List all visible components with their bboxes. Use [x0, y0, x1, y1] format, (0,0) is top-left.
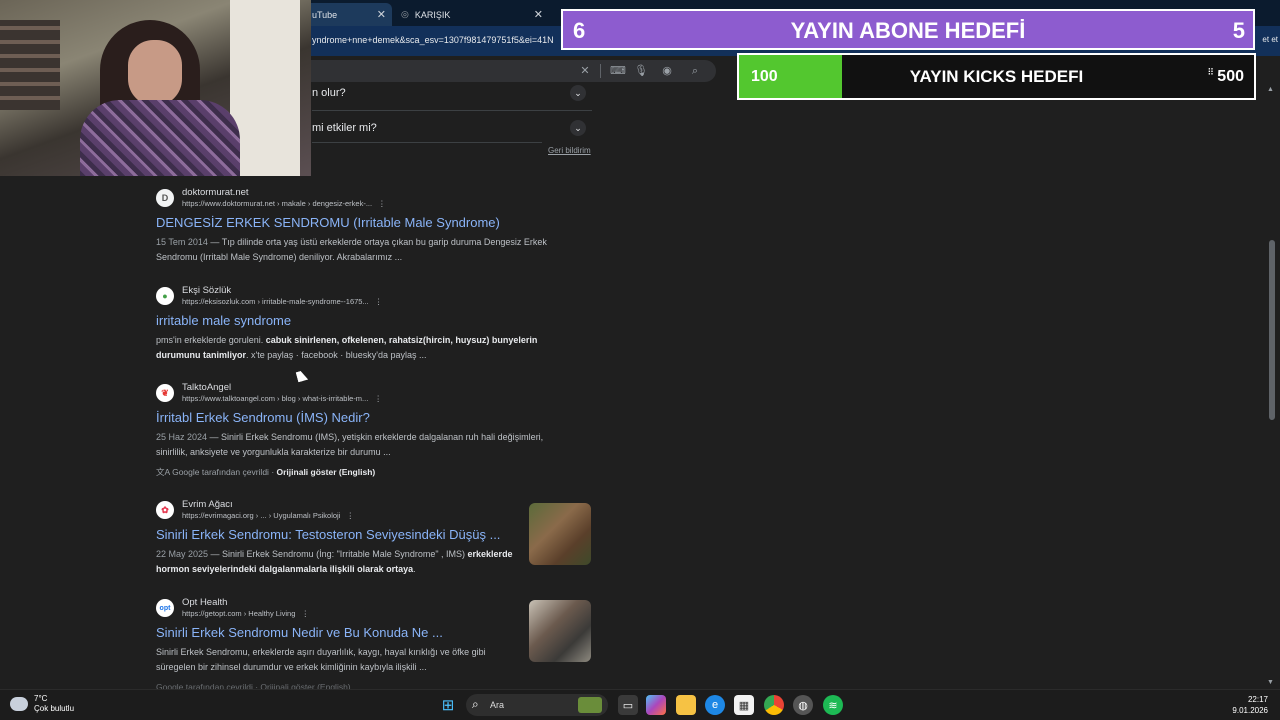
result-url: https://evrimagaci.org › ... › Uygulamal… — [182, 511, 354, 520]
scrollbar[interactable]: ▲ ▼ — [1266, 86, 1278, 686]
mic-icon[interactable]: 🎙 — [634, 64, 648, 78]
result-thumbnail[interactable] — [529, 503, 591, 565]
tab-youtube[interactable]: uTube ✕ — [304, 3, 392, 26]
more-options-icon[interactable]: ⋮ — [374, 394, 382, 403]
scroll-down-icon[interactable]: ▼ — [1267, 679, 1274, 686]
tab-close-icon[interactable]: ✕ — [534, 8, 543, 21]
task-view-icon[interactable]: ▭ — [618, 695, 638, 715]
taskbar: 7°C Çok bulutlu ⊞ ⌕ Ara ▭ e ▦ ◍ ≋ 22:17 … — [0, 689, 1280, 720]
globe-icon: ◎ — [401, 9, 409, 19]
url-input[interactable]: yndrome+nne+demek&sca_esv=1307f981479751… — [312, 35, 554, 45]
mouse-cursor-icon — [295, 369, 309, 383]
tab-karisik[interactable]: ◎ KARIŞIK ✕ — [393, 3, 549, 26]
scrollbar-thumb[interactable] — [1269, 240, 1275, 420]
goal-target: 5 — [1232, 18, 1245, 43]
goal-target: 500 — [1217, 68, 1244, 85]
result-snippet: 25 Haz 2024 — Sinirli Erkek Sendromu (IM… — [156, 432, 544, 457]
spotify-icon[interactable]: ≋ — [823, 695, 843, 715]
divider — [312, 110, 592, 111]
result-title-link[interactable]: İrritabl Erkek Sendromu (İMS) Nedir? — [156, 410, 370, 425]
weather-text: 7°C Çok bulutlu — [34, 694, 75, 713]
streamer-sweater — [80, 100, 240, 176]
weather-widget[interactable]: 7°C Çok bulutlu — [10, 694, 74, 714]
site-name[interactable]: Ekşi Sözlük — [182, 285, 231, 296]
site-favicon-icon: D — [156, 189, 174, 207]
window-edge-text: et et — [1262, 35, 1278, 44]
chevron-down-icon[interactable]: ⌄ — [570, 120, 586, 136]
site-favicon-icon: ✿ — [156, 501, 174, 519]
paa-question[interactable]: mi etkiler mi? — [312, 122, 377, 134]
cloud-icon — [10, 697, 28, 711]
copilot-icon[interactable] — [646, 695, 666, 715]
tab-close-icon[interactable]: ✕ — [377, 8, 386, 21]
result-thumbnail[interactable] — [529, 600, 591, 662]
system-clock[interactable]: 22:17 9.01.2026 — [1232, 694, 1268, 716]
site-name[interactable]: TalktoAngel — [182, 382, 231, 393]
paa-question[interactable]: n olur? — [312, 87, 346, 99]
result-url: https://www.talktoangel.com › blog › wha… — [182, 394, 382, 403]
result-snippet: 22 May 2025 — Sinirli Erkek Sendromu (İn… — [156, 549, 513, 574]
result-title-link[interactable]: DENGESİZ ERKEK SENDROMU (Irritable Male … — [156, 215, 500, 230]
screen: uTube ✕ ◎ KARIŞIK ✕ yndrome+nne+demek&sc… — [0, 0, 1280, 720]
more-options-icon[interactable]: ⋮ — [378, 199, 386, 208]
result-url: https://www.doktormurat.net › makale › d… — [182, 199, 386, 208]
edge-browser-icon[interactable]: e — [705, 695, 725, 715]
search-icon: ⌕ — [472, 697, 479, 711]
goal-title: YAYIN ABONE HEDEFİ — [790, 18, 1026, 43]
result-title-link[interactable]: irritable male syndrome — [156, 313, 291, 328]
site-name[interactable]: doktormurat.net — [182, 187, 249, 198]
site-name[interactable]: Opt Health — [182, 597, 227, 608]
divider — [600, 64, 601, 78]
result-url: https://getopt.com › Healthy Living ⋮ — [182, 609, 309, 618]
search-highlight-image — [578, 697, 602, 713]
result-url: https://eksisozluk.com › irritable-male-… — [182, 297, 383, 306]
drag-handle-icon: ⠿ — [1207, 67, 1214, 77]
result-title-link[interactable]: Sinirli Erkek Sendromu Nedir ve Bu Konud… — [156, 625, 443, 640]
more-options-icon[interactable]: ⋮ — [346, 511, 354, 520]
search-icon[interactable]: ⌕ — [688, 64, 702, 78]
file-explorer-icon[interactable] — [676, 695, 696, 715]
more-options-icon[interactable]: ⋮ — [301, 609, 309, 618]
obs-icon[interactable]: ◍ — [793, 695, 813, 715]
site-favicon-icon: ❦ — [156, 384, 174, 402]
bookshelf — [0, 20, 60, 110]
translation-note: 文A Google tarafından çevrildi · Orijinal… — [156, 467, 376, 477]
result-snippet: Sinirli Erkek Sendromu, erkeklerde aşırı… — [156, 647, 486, 672]
windows-start-icon[interactable]: ⊞ — [438, 695, 458, 715]
taskbar-search-input[interactable]: ⌕ Ara — [466, 694, 608, 716]
chrome-icon[interactable] — [764, 695, 784, 715]
feedback-link[interactable]: Geri bildirim — [548, 146, 591, 155]
result-snippet: 15 Tem 2014 — Tıp dilinde orta yaş üstü … — [156, 237, 547, 262]
site-favicon-icon: ● — [156, 287, 174, 305]
chevron-down-icon[interactable]: ⌄ — [570, 85, 586, 101]
scroll-up-icon[interactable]: ▲ — [1267, 86, 1274, 93]
goal-title: YAYIN KICKS HEDEFI — [909, 67, 1084, 86]
tab-label: uTube — [312, 9, 338, 20]
result-snippet: pms'in erkeklerde goruleni. cabuk sinirl… — [156, 335, 538, 360]
keyboard-icon[interactable]: ⌨ — [610, 64, 626, 78]
result-title-link[interactable]: Sinirli Erkek Sendromu: Testosteron Sevi… — [156, 527, 500, 542]
tab-label: KARIŞIK — [414, 9, 451, 20]
store-icon[interactable]: ▦ — [734, 695, 754, 715]
streamer-face — [128, 40, 182, 106]
kicks-goal-widget: 100 YAYIN KICKS HEDEFI ⠿ 500 — [737, 53, 1256, 100]
site-name[interactable]: Evrim Ağacı — [182, 499, 233, 510]
search-input[interactable]: ✕ ⌨ 🎙 ◉ ⌕ — [300, 60, 716, 82]
webcam-overlay — [0, 0, 311, 176]
divider — [312, 142, 542, 143]
clear-icon[interactable]: ✕ — [578, 64, 592, 78]
door — [230, 0, 300, 176]
lens-icon[interactable]: ◉ — [660, 64, 674, 78]
more-options-icon[interactable]: ⋮ — [375, 297, 383, 306]
translate-icon: 文A — [156, 467, 170, 477]
subscriber-goal-widget: 6 YAYIN ABONE HEDEFİ 5 — [561, 9, 1255, 50]
site-favicon-icon: opt — [156, 599, 174, 617]
show-original-link[interactable]: Orijinali göster (English) — [277, 467, 376, 477]
